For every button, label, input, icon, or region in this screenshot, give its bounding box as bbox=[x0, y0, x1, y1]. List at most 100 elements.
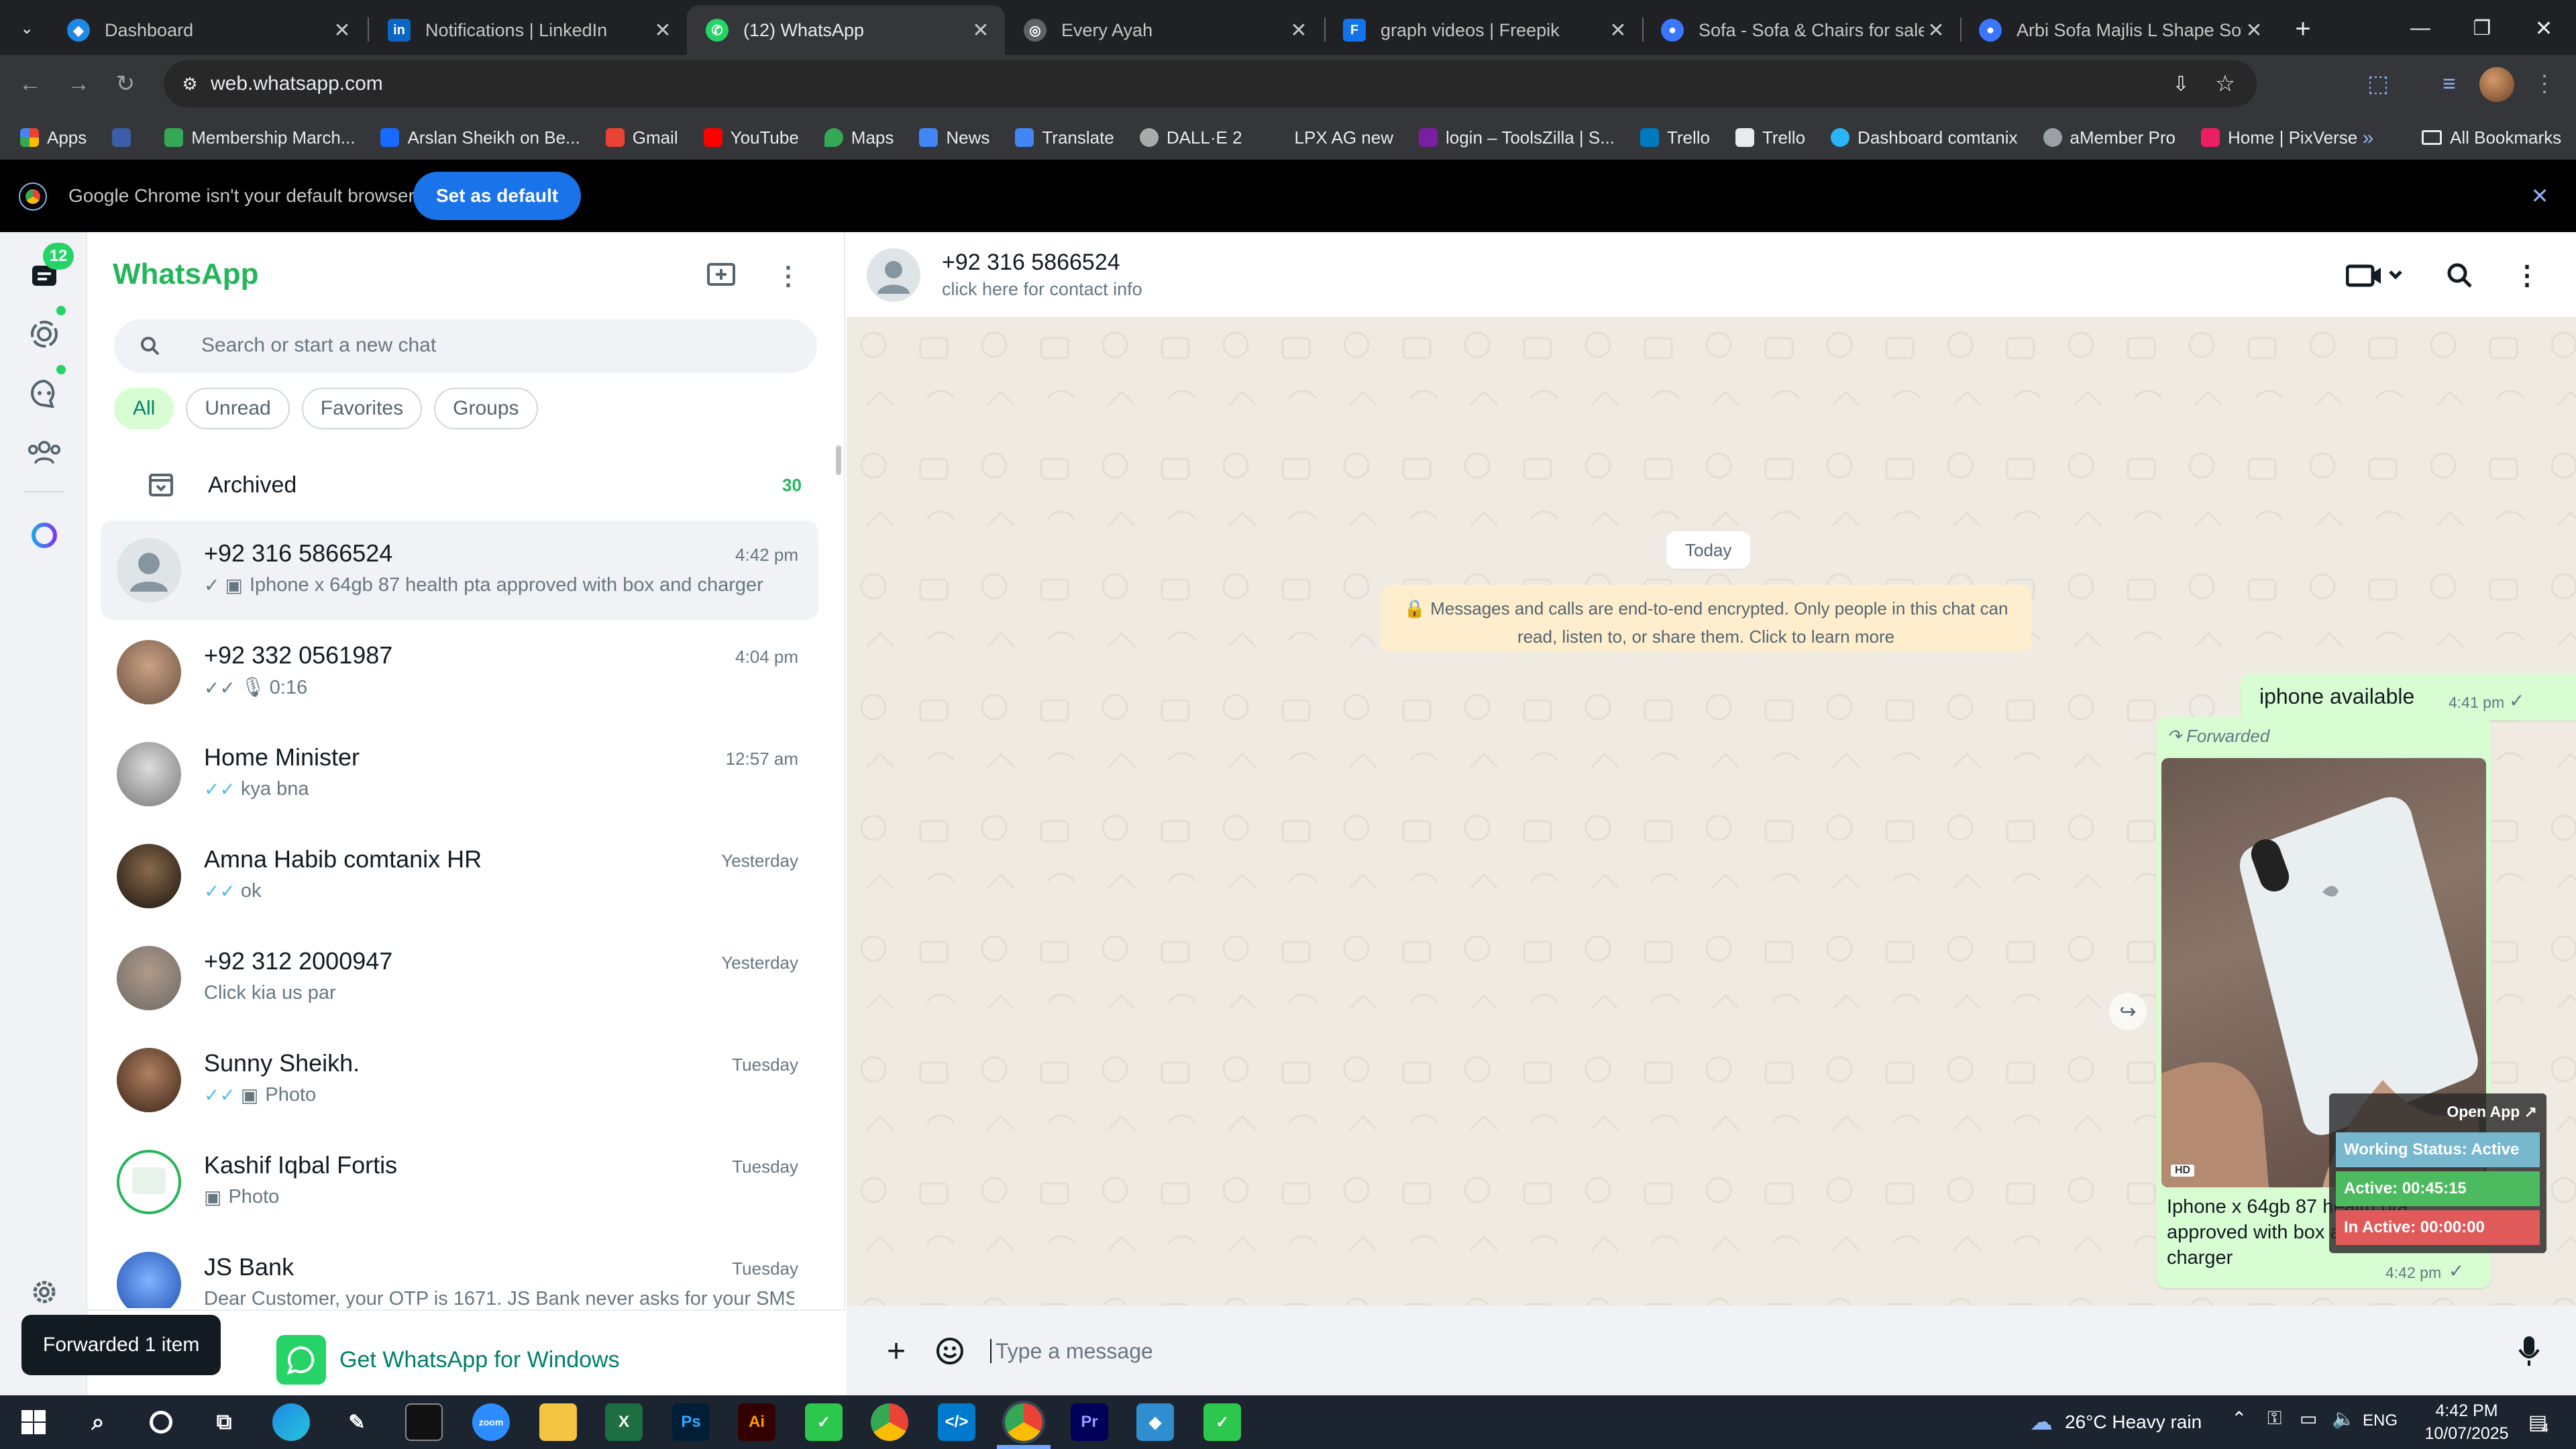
filter-chip-favorites[interactable]: Favorites bbox=[301, 388, 423, 429]
app-icon[interactable]: ◆ bbox=[1136, 1403, 1174, 1441]
camtasia-icon[interactable]: ✓ bbox=[805, 1403, 843, 1441]
video-call-icon[interactable] bbox=[2343, 259, 2410, 292]
communities-icon[interactable] bbox=[27, 435, 62, 470]
restore-window-icon[interactable]: ❐ bbox=[2455, 9, 2509, 47]
filter-chip-all[interactable]: All bbox=[114, 388, 174, 429]
bookmark-item[interactable]: Maps bbox=[824, 127, 894, 148]
chat-list-item[interactable]: Amna Habib comtanix HR Yesterday ✓✓ ok bbox=[101, 826, 818, 926]
windows-start-icon[interactable] bbox=[15, 1403, 52, 1441]
browser-tab[interactable]: ◎ Every Ayah ✕ bbox=[1005, 5, 1323, 55]
chat-list-item[interactable]: +92 316 5866524 4:42 pm ✓ ▣ Iphone x 64gb … bbox=[101, 521, 818, 620]
bookmark-item[interactable]: Home | PixVerse bbox=[2201, 127, 2357, 148]
search-input[interactable]: Search or start a new chat bbox=[114, 319, 817, 373]
outgoing-message[interactable]: iphone available 4:41 pm ✓ bbox=[2241, 674, 2576, 720]
chat-list-item[interactable]: Kashif Iqbal Fortis Tuesday ▣ Photo bbox=[101, 1132, 818, 1232]
language-indicator[interactable]: ENG bbox=[2363, 1411, 2398, 1430]
zoom-icon[interactable]: zoom bbox=[472, 1403, 510, 1441]
excel-icon[interactable]: X bbox=[605, 1403, 643, 1441]
reload-icon[interactable]: ↻ bbox=[109, 67, 142, 101]
close-infobar-icon[interactable]: ✕ bbox=[2526, 182, 2553, 209]
bookmark-item[interactable]: Apps bbox=[20, 127, 87, 148]
back-icon[interactable]: ← bbox=[13, 67, 47, 101]
chat-list-item[interactable]: JS Bank Tuesday Dear Customer, your OTP … bbox=[101, 1234, 818, 1308]
close-tab-icon[interactable]: ✕ bbox=[1924, 18, 1948, 42]
network-icon[interactable]: ⚿ bbox=[2267, 1407, 2282, 1430]
search-messages-icon[interactable] bbox=[2443, 259, 2477, 292]
bookmark-item[interactable]: Gmail bbox=[605, 127, 678, 148]
vscode-icon[interactable]: </> bbox=[938, 1403, 975, 1441]
show-hidden-icons[interactable]: ⌃ bbox=[2231, 1407, 2247, 1430]
bookmark-item[interactable]: LPX AG new bbox=[1267, 127, 1393, 148]
bookmark-star-icon[interactable]: ☆ bbox=[2210, 68, 2241, 99]
archived-row[interactable]: Archived 30 bbox=[101, 448, 818, 522]
close-tab-icon[interactable]: ✕ bbox=[651, 18, 675, 42]
task-view-icon[interactable]: ⧉ bbox=[205, 1403, 243, 1441]
premiere-icon[interactable]: Pr bbox=[1071, 1403, 1108, 1441]
menu-kebab-icon[interactable]: ⋮ bbox=[771, 259, 805, 292]
close-tab-icon[interactable]: ✕ bbox=[2242, 18, 2266, 42]
notification-center-icon[interactable]: ▤ 4 bbox=[2521, 1407, 2556, 1437]
open-app-link[interactable]: Open App ↗ bbox=[2447, 1103, 2537, 1121]
bookmark-item[interactable]: Trello bbox=[1735, 127, 1805, 148]
chat-list-item[interactable]: Sunny Sheikh. Tuesday ✓✓ ▣ Photo bbox=[101, 1030, 818, 1130]
chat-list-item[interactable]: +92 312 2000947 Yesterday Click kia us p… bbox=[101, 928, 818, 1028]
camtasia-icon[interactable]: ✓ bbox=[1203, 1403, 1241, 1441]
conversation-header[interactable]: +92 316 5866524 click here for contact i… bbox=[847, 232, 2576, 318]
voice-message-mic-icon[interactable] bbox=[2510, 1332, 2548, 1370]
list-scrollbar[interactable] bbox=[836, 445, 841, 475]
bookmark-item[interactable]: Arslan Sheikh on Be... bbox=[380, 127, 580, 148]
sticker-emoji-icon[interactable] bbox=[932, 1334, 967, 1368]
weather-widget[interactable]: ☁ 26°C Heavy rain bbox=[2030, 1409, 2202, 1436]
bookmark-item[interactable]: Membership March... bbox=[164, 127, 355, 148]
edge-icon[interactable] bbox=[272, 1403, 310, 1441]
chat-list-item[interactable]: Home Minister 12:57 am ✓✓ kya bna bbox=[101, 724, 818, 824]
bookmark-item[interactable]: login – ToolsZilla | S... bbox=[1418, 127, 1615, 148]
chrome-active-icon[interactable] bbox=[1002, 1401, 1045, 1444]
all-bookmarks[interactable]: All Bookmarks bbox=[2422, 123, 2561, 152]
volume-icon[interactable]: 🔈 bbox=[2332, 1407, 2355, 1430]
close-tab-icon[interactable]: ✕ bbox=[1287, 18, 1311, 42]
new-chat-icon[interactable] bbox=[704, 259, 738, 292]
attach-plus-icon[interactable]: + bbox=[879, 1334, 914, 1369]
chat-list-item[interactable]: +92 332 0561987 4:04 pm ✓✓ 🎙 0:16 bbox=[101, 623, 818, 722]
settings-gear-icon[interactable] bbox=[27, 1275, 62, 1309]
more-bookmarks-icon[interactable]: » bbox=[2355, 125, 2381, 152]
file-explorer-icon[interactable] bbox=[539, 1403, 577, 1441]
browser-tab[interactable]: ● Sofa - Sofa & Chairs for sale in ✕ bbox=[1642, 5, 1960, 55]
bookmark-item[interactable]: Trello bbox=[1640, 127, 1710, 148]
forward-icon[interactable]: → bbox=[62, 67, 95, 101]
terminal-icon[interactable] bbox=[405, 1403, 443, 1441]
message-input[interactable]: Type a message bbox=[985, 1326, 2461, 1377]
set-as-default-button[interactable]: Set as default bbox=[413, 172, 582, 220]
bookmark-item[interactable]: Dashboard comtanix bbox=[1831, 127, 2018, 148]
browser-tab[interactable]: F graph videos | Freepik ✕ bbox=[1324, 5, 1642, 55]
status-icon[interactable] bbox=[27, 317, 62, 352]
browser-tab-active[interactable]: ✆ (12) WhatsApp ✕ bbox=[687, 5, 1005, 55]
channels-icon[interactable] bbox=[27, 376, 62, 411]
bookmark-item[interactable]: News bbox=[919, 127, 989, 148]
filter-chip-groups[interactable]: Groups bbox=[434, 388, 538, 429]
media-controls-icon[interactable]: ≡ bbox=[2432, 67, 2466, 101]
new-tab-icon[interactable]: + bbox=[2286, 12, 2320, 46]
install-app-icon[interactable]: ⇩ bbox=[2165, 68, 2196, 99]
extensions-icon[interactable]: ⬚ bbox=[2361, 67, 2395, 101]
chrome-icon[interactable] bbox=[871, 1403, 908, 1441]
forward-message-icon[interactable]: ↪ bbox=[2109, 993, 2147, 1030]
encryption-notice[interactable]: 🔒 Messages and calls are end-to-end encr… bbox=[1381, 585, 2031, 652]
tab-search-chevron-icon[interactable]: ⌄ bbox=[13, 15, 40, 42]
pen-icon[interactable]: ✎ bbox=[338, 1403, 376, 1441]
bookmark-item[interactable] bbox=[112, 128, 139, 147]
search-icon[interactable]: ⌕ bbox=[79, 1403, 117, 1441]
browser-tab[interactable]: in Notifications | LinkedIn ✕ bbox=[369, 5, 687, 55]
bookmark-item[interactable]: aMember Pro bbox=[2043, 127, 2176, 148]
address-bar[interactable]: ⚙ web.whatsapp.com ⇩ ☆ bbox=[164, 60, 2257, 107]
bookmark-item[interactable]: Translate bbox=[1015, 127, 1114, 148]
photoshop-icon[interactable]: Ps bbox=[672, 1403, 710, 1441]
bookmark-item[interactable]: YouTube bbox=[703, 127, 799, 148]
chrome-menu-icon[interactable]: ⋮ bbox=[2528, 67, 2561, 101]
illustrator-icon[interactable]: Ai bbox=[738, 1403, 775, 1441]
close-tab-icon[interactable]: ✕ bbox=[330, 18, 354, 42]
cortana-circle-icon[interactable] bbox=[142, 1403, 180, 1441]
browser-tab[interactable]: ● Arbi Sofa Majlis L Shape Sofa - ✕ bbox=[1960, 5, 2278, 55]
meta-ai-icon[interactable] bbox=[27, 518, 62, 553]
